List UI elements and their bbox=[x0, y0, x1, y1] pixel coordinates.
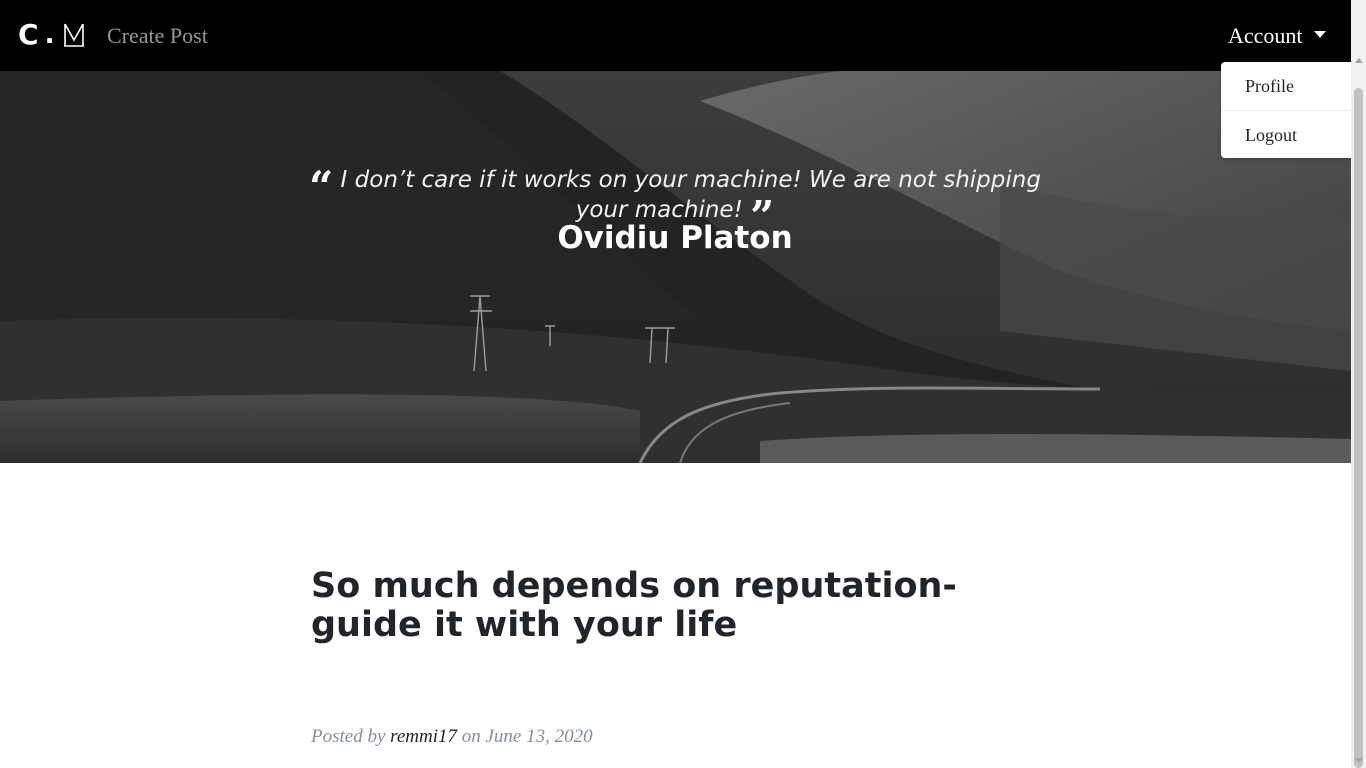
logo-letter: C bbox=[18, 18, 39, 51]
post-author-link[interactable]: remmi17 bbox=[390, 726, 457, 747]
post-meta: Posted by remmi17 on June 13, 2020 bbox=[311, 725, 593, 749]
nav-create-post-link[interactable]: Create Post bbox=[107, 22, 208, 50]
post-date: June 13, 2020 bbox=[485, 726, 593, 747]
quote-author: Ovidiu Platon bbox=[557, 220, 793, 256]
hero-quote: “ I don’t care if it works on your machi… bbox=[300, 166, 1050, 238]
dropdown-item-profile[interactable]: Profile bbox=[1245, 75, 1294, 97]
meta-middle: on bbox=[461, 726, 481, 747]
navbar: C . Create Post Account bbox=[0, 0, 1351, 71]
chevron-down-icon bbox=[1313, 30, 1326, 38]
scroll-down-arrow-icon[interactable] bbox=[1355, 758, 1363, 763]
site-logo[interactable]: C . bbox=[18, 18, 85, 51]
hero-banner: “ I don’t care if it works on your machi… bbox=[0, 71, 1351, 463]
account-label: Account bbox=[1228, 23, 1303, 48]
scrollbar-thumb[interactable] bbox=[1354, 88, 1363, 768]
quote-open-icon: “ bbox=[309, 162, 334, 211]
dropdown-item-logout[interactable]: Logout bbox=[1245, 124, 1297, 146]
logo-m-icon bbox=[64, 23, 85, 47]
meta-prefix: Posted by bbox=[311, 726, 386, 747]
hero-landscape-image bbox=[0, 71, 1351, 463]
post-title[interactable]: So much depends on reputation-guide it w… bbox=[311, 567, 1051, 645]
quote-text: I don’t care if it works on your machine… bbox=[340, 167, 1041, 223]
page-scrollbar[interactable] bbox=[1351, 0, 1366, 768]
nav-account-dropdown-toggle[interactable]: Account bbox=[1228, 22, 1326, 50]
dropdown-divider bbox=[1221, 110, 1351, 111]
logo-dot: . bbox=[44, 20, 55, 50]
scroll-up-arrow-icon[interactable] bbox=[1355, 58, 1363, 63]
page-viewport: C . Create Post Account “ I don’t care i… bbox=[0, 0, 1351, 768]
